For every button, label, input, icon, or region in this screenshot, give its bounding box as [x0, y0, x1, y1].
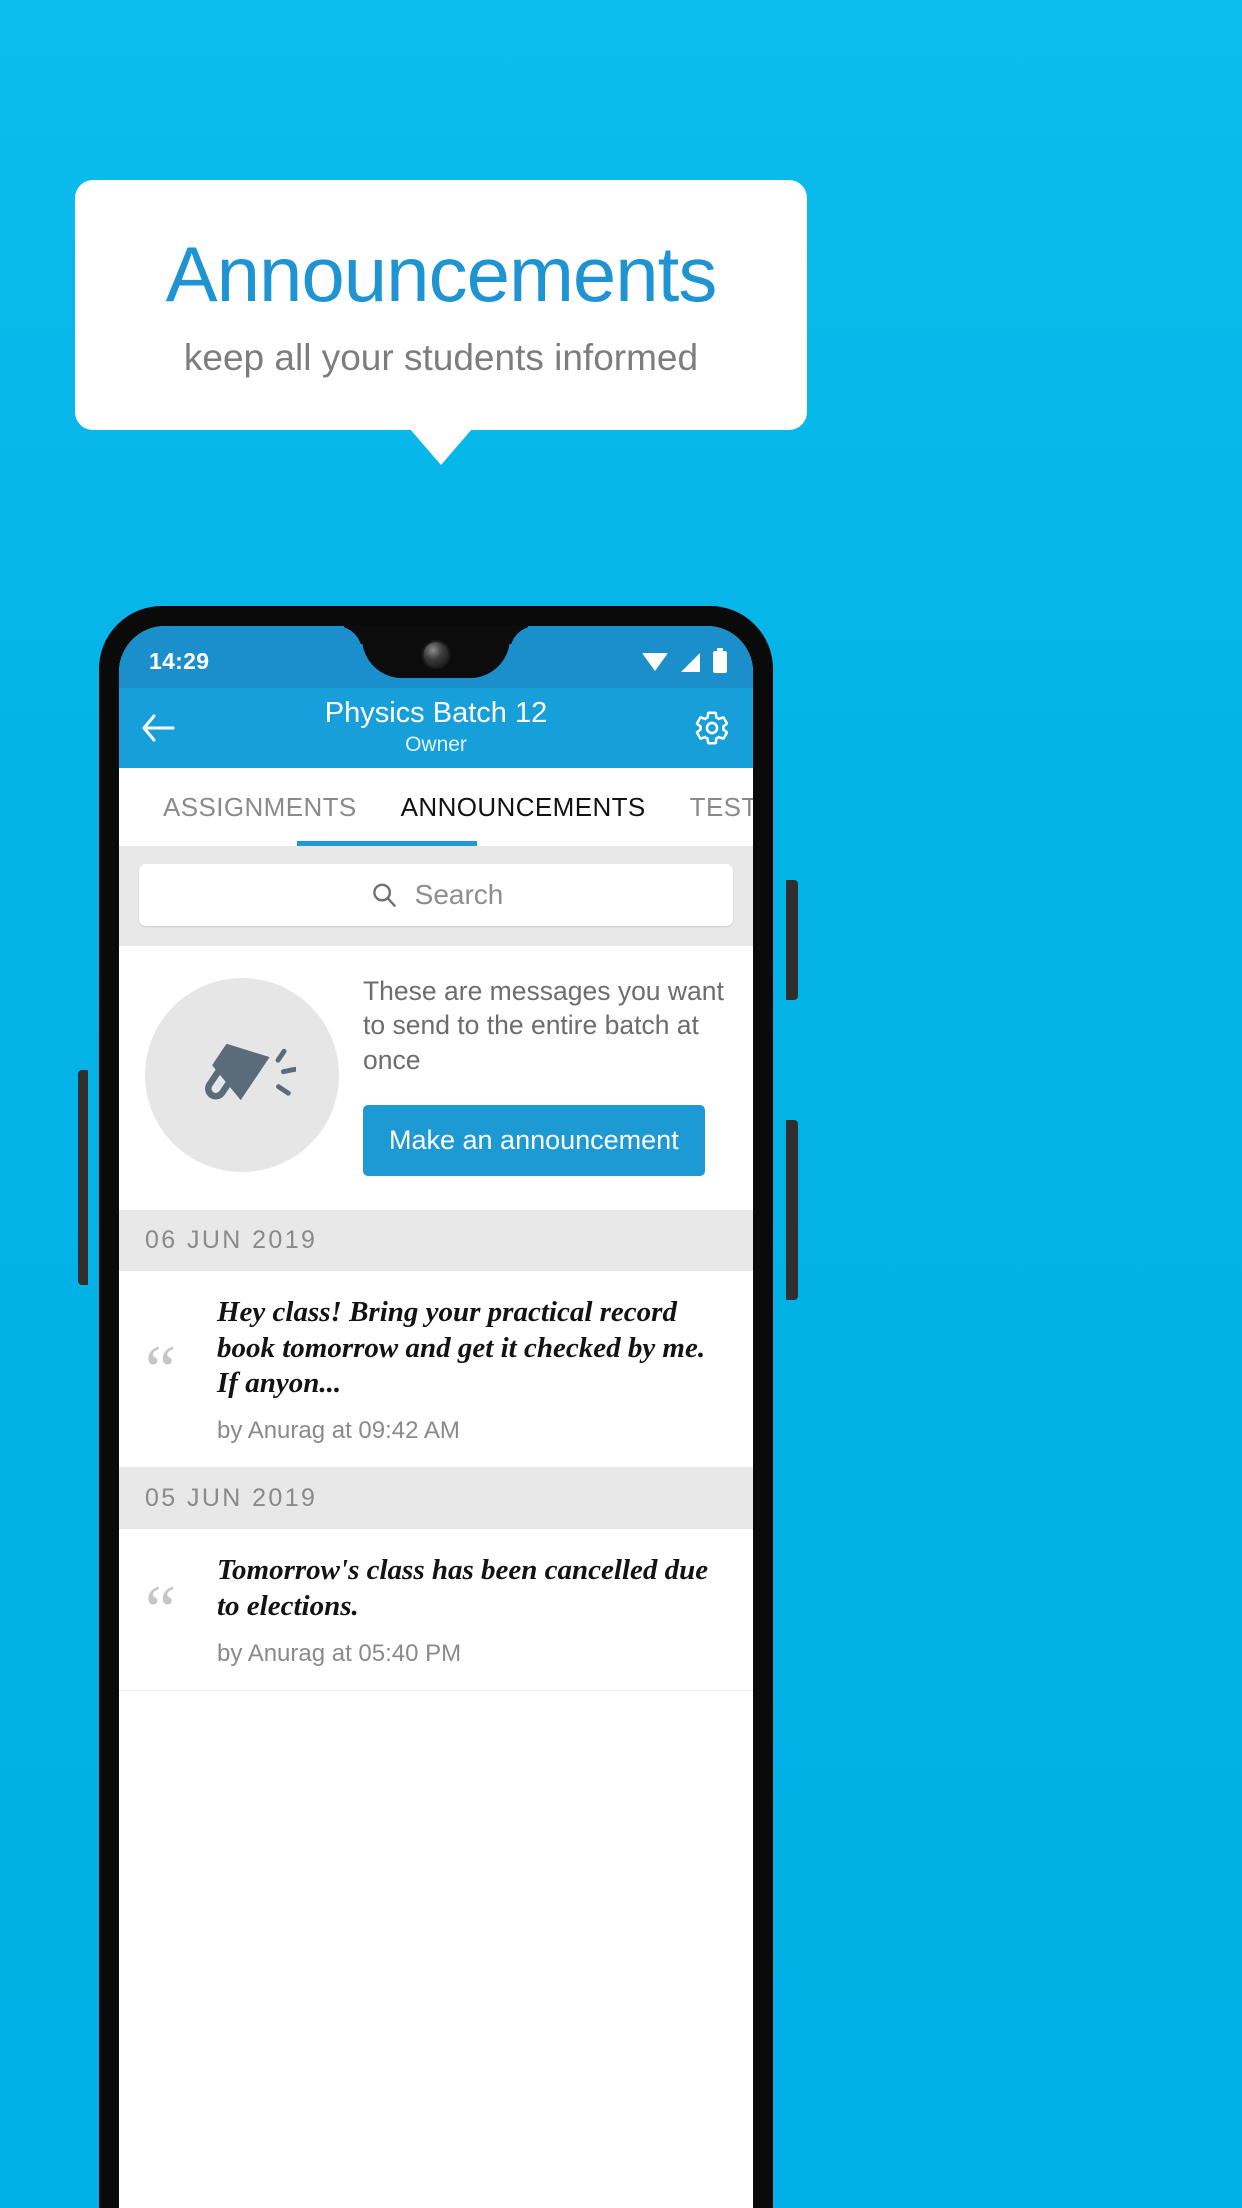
active-tab-indicator: [297, 841, 477, 846]
phone-left-button[interactable]: [78, 1070, 88, 1285]
tab-announcements[interactable]: ANNOUNCEMENTS: [379, 768, 668, 846]
gear-icon: [695, 711, 729, 745]
tab-assignments[interactable]: ASSIGNMENTS: [141, 768, 379, 846]
batch-title: Physics Batch 12: [324, 697, 548, 730]
phone-power-button[interactable]: [786, 1120, 798, 1300]
list-item[interactable]: “ Tomorrow's class has been cancelled du…: [119, 1529, 753, 1692]
announcement-text: Tomorrow's class has been cancelled due …: [217, 1554, 709, 1622]
display-notch: [362, 626, 510, 678]
announcement-body: Tomorrow's class has been cancelled due …: [217, 1553, 727, 1668]
search-section: Search: [119, 846, 753, 946]
speech-bubble-tail: [410, 429, 472, 465]
date-header: 06 JUN 2019: [119, 1210, 753, 1272]
announcement-list: 06 JUN 2019 “ Hey class! Bring your prac…: [119, 1210, 753, 1692]
phone-volume-button[interactable]: [786, 880, 798, 1000]
search-input[interactable]: Search: [139, 864, 733, 926]
batch-role: Owner: [405, 732, 467, 756]
app-bar: Physics Batch 12 Owner: [119, 688, 753, 768]
app-bar-titles: Physics Batch 12 Owner: [189, 697, 683, 759]
front-camera: [423, 642, 449, 667]
signal-icon: [681, 652, 700, 672]
quote-icon: “: [145, 1572, 177, 1650]
back-button[interactable]: [141, 713, 189, 743]
phone-screen: 14:29 Physics Batch 12 Owner ASSIGNMENTS…: [119, 626, 753, 2208]
quote-icon: “: [145, 1331, 177, 1409]
megaphone-icon: [205, 1043, 296, 1101]
empty-state-card: These are messages you want to send to t…: [119, 946, 753, 1211]
battery-icon: [713, 648, 727, 673]
phone-device: 14:29 Physics Batch 12 Owner ASSIGNMENTS…: [100, 607, 772, 2208]
make-announcement-button[interactable]: Make an announcement: [363, 1105, 705, 1177]
status-icons: [642, 648, 727, 673]
date-header: 05 JUN 2019: [119, 1468, 753, 1530]
wifi-icon: [642, 653, 668, 671]
announcement-meta: by Anurag at 09:42 AM: [217, 1417, 460, 1445]
phone-bezel: 14:29 Physics Batch 12 Owner ASSIGNMENTS…: [119, 626, 753, 2208]
announcement-text: Hey class! Bring your practical record b…: [217, 1296, 706, 1400]
promo-card: Announcements keep all your students inf…: [75, 180, 807, 430]
empty-state-text: These are messages you want to send to t…: [363, 976, 724, 1075]
page-subtitle: keep all your students informed: [183, 336, 699, 378]
page-title: Announcements: [165, 229, 718, 318]
status-bar: 14:29: [119, 626, 753, 688]
announcement-body: Hey class! Bring your practical record b…: [217, 1295, 727, 1445]
settings-button[interactable]: [683, 709, 731, 747]
tab-bar: ASSIGNMENTS ANNOUNCEMENTS TESTS ’: [119, 768, 753, 846]
tab-tests[interactable]: TESTS: [668, 768, 753, 846]
search-placeholder: Search: [414, 879, 504, 910]
status-time: 14:29: [149, 648, 210, 674]
empty-state-content: These are messages you want to send to t…: [363, 974, 727, 1177]
back-arrow-icon: [142, 714, 175, 742]
search-icon: [372, 883, 396, 907]
list-item[interactable]: “ Hey class! Bring your practical record…: [119, 1271, 753, 1469]
megaphone-badge: [145, 978, 339, 1173]
announcement-meta: by Anurag at 05:40 PM: [217, 1640, 462, 1668]
